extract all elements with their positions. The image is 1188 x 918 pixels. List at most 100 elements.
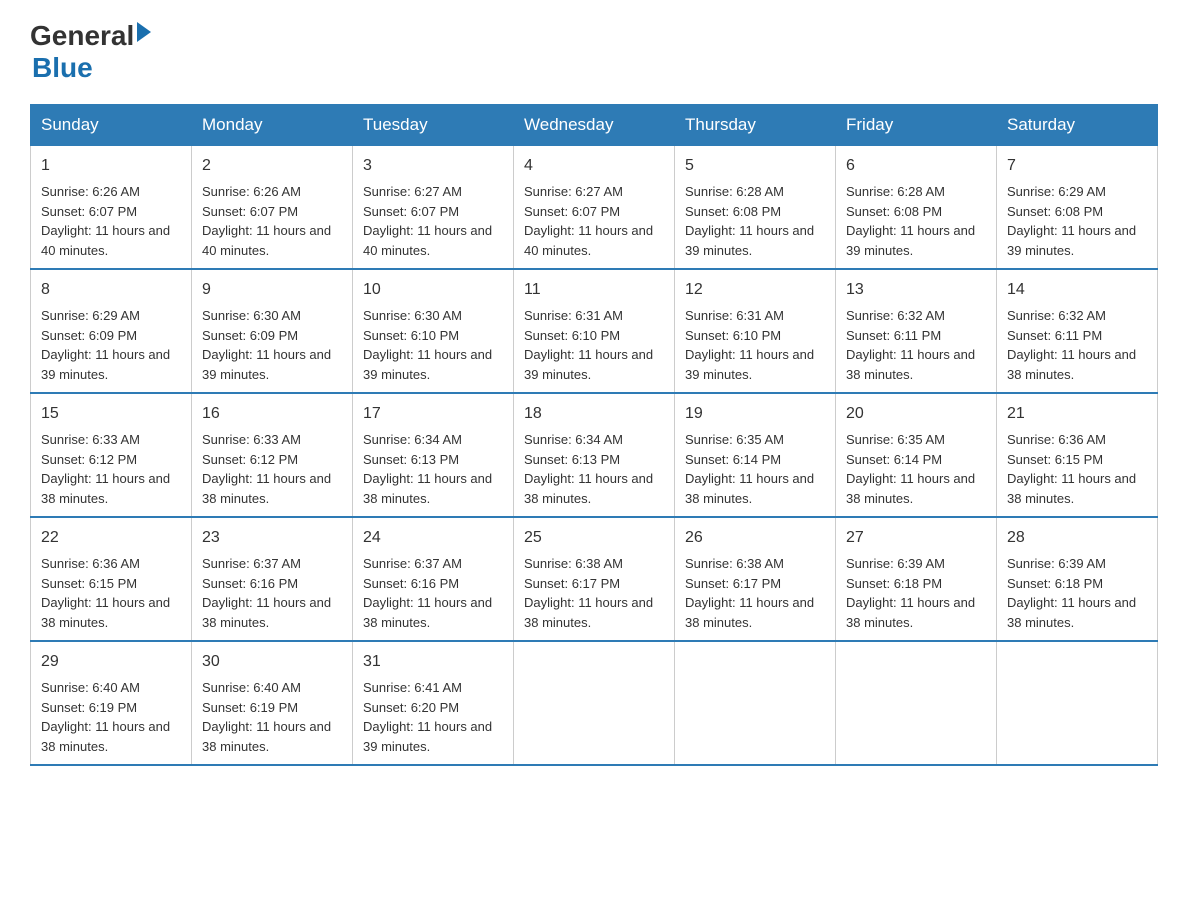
sunrise-info: Sunrise: 6:34 AM [363, 432, 462, 447]
sunset-info: Sunset: 6:16 PM [202, 576, 298, 591]
sunrise-info: Sunrise: 6:32 AM [846, 308, 945, 323]
calendar-cell: 24Sunrise: 6:37 AMSunset: 6:16 PMDayligh… [353, 517, 514, 641]
calendar-cell: 14Sunrise: 6:32 AMSunset: 6:11 PMDayligh… [997, 269, 1158, 393]
sunrise-info: Sunrise: 6:36 AM [41, 556, 140, 571]
day-header-sunday: Sunday [31, 105, 192, 146]
calendar-cell: 21 Sunrise: 6:36 AM Sunset: 6:15 PM Dayligh… [997, 393, 1158, 517]
day-number: 2 [202, 154, 342, 178]
sunrise-info: Sunrise: 6:35 AM [685, 432, 784, 447]
day-header-wednesday: Wednesday [514, 105, 675, 146]
sunrise-info: Sunrise: 6:36 AM [1007, 432, 1106, 447]
sunset-info: Sunset: 6:08 PM [846, 204, 942, 219]
sunrise-info: Sunrise: 6:40 AM [202, 680, 301, 695]
logo-blue-text: Blue [32, 52, 93, 84]
daylight-info: Daylight: 11 hours and 38 minutes. [41, 595, 170, 630]
day-number: 31 [363, 650, 503, 674]
sunset-info: Sunset: 6:17 PM [685, 576, 781, 591]
calendar-cell: 2Sunrise: 6:26 AMSunset: 6:07 PMDaylight… [192, 146, 353, 270]
sunset-info: Sunset: 6:13 PM [363, 452, 459, 467]
daylight-info: Daylight: 11 hours and 40 minutes. [524, 223, 653, 258]
sunrise-info: Sunrise: 6:33 AM [41, 432, 140, 447]
daylight-info: Daylight: 11 hours and 38 minutes. [1007, 471, 1136, 506]
calendar-cell: 15Sunrise: 6:33 AMSunset: 6:12 PMDayligh… [31, 393, 192, 517]
daylight-info: Daylight: 11 hours and 40 minutes. [363, 223, 492, 258]
calendar-body: 1 Sunrise: 6:26 AM Sunset: 6:07 PM Daylight… [31, 146, 1158, 766]
sunset-info: Sunset: 6:18 PM [1007, 576, 1103, 591]
daylight-info: Daylight: 11 hours and 38 minutes. [524, 471, 653, 506]
daylight-info: Daylight: 11 hours and 38 minutes. [524, 595, 653, 630]
sunset-info: Sunset: 6:07 PM [363, 204, 459, 219]
sunset-info: Sunset: 6:08 PM [685, 204, 781, 219]
day-number: 16 [202, 402, 342, 426]
calendar-cell [675, 641, 836, 765]
daylight-info: Daylight: 11 hours and 40 minutes. [202, 223, 331, 258]
sunrise-info: Sunrise: 6:38 AM [524, 556, 623, 571]
sunrise-info: Sunrise: 6:26 AM [202, 184, 301, 199]
sunrise-info: Sunrise: 6:32 AM [1007, 308, 1106, 323]
day-number: 17 [363, 402, 503, 426]
day-number: 24 [363, 526, 503, 550]
calendar-cell: 26Sunrise: 6:38 AMSunset: 6:17 PMDayligh… [675, 517, 836, 641]
sunset-info: Sunset: 6:14 PM [846, 452, 942, 467]
day-number: 23 [202, 526, 342, 550]
daylight-info: Daylight: 11 hours and 39 minutes. [846, 223, 975, 258]
day-number: 15 [41, 402, 181, 426]
sunrise-info: Sunrise: 6:27 AM [363, 184, 462, 199]
sunrise-info: Sunrise: 6:40 AM [41, 680, 140, 695]
sunset-info: Sunset: 6:15 PM [1007, 452, 1103, 467]
daylight-info: Daylight: 11 hours and 38 minutes. [846, 471, 975, 506]
calendar-cell: 20Sunrise: 6:35 AMSunset: 6:14 PMDayligh… [836, 393, 997, 517]
calendar-header: SundayMondayTuesdayWednesdayThursdayFrid… [31, 105, 1158, 146]
sunset-info: Sunset: 6:14 PM [685, 452, 781, 467]
calendar-cell: 10Sunrise: 6:30 AMSunset: 6:10 PMDayligh… [353, 269, 514, 393]
sunrise-info: Sunrise: 6:39 AM [846, 556, 945, 571]
daylight-info: Daylight: 11 hours and 38 minutes. [846, 347, 975, 382]
page-header: General Blue [30, 20, 1158, 84]
calendar-cell: 7Sunrise: 6:29 AMSunset: 6:08 PMDaylight… [997, 146, 1158, 270]
sunset-info: Sunset: 6:10 PM [685, 328, 781, 343]
calendar-cell: 23Sunrise: 6:37 AMSunset: 6:16 PMDayligh… [192, 517, 353, 641]
day-number: 21 [1007, 402, 1147, 426]
day-number: 9 [202, 278, 342, 302]
calendar-cell: 28Sunrise: 6:39 AMSunset: 6:18 PMDayligh… [997, 517, 1158, 641]
sunset-info: Sunset: 6:07 PM [524, 204, 620, 219]
sunset-info: Sunset: 6:13 PM [524, 452, 620, 467]
calendar-cell: 5Sunrise: 6:28 AMSunset: 6:08 PMDaylight… [675, 146, 836, 270]
daylight-info: Daylight: 11 hours and 40 minutes. [41, 223, 170, 258]
daylight-info: Daylight: 11 hours and 38 minutes. [363, 471, 492, 506]
sunrise-info: Sunrise: 6:37 AM [363, 556, 462, 571]
calendar-cell: 17 Sunrise: 6:34 AM Sunset: 6:13 PM Dayligh… [353, 393, 514, 517]
sunset-info: Sunset: 6:10 PM [524, 328, 620, 343]
daylight-info: Daylight: 11 hours and 39 minutes. [363, 347, 492, 382]
day-number: 4 [524, 154, 664, 178]
daylight-info: Daylight: 11 hours and 38 minutes. [1007, 347, 1136, 382]
sunset-info: Sunset: 6:20 PM [363, 700, 459, 715]
week-row-3: 15Sunrise: 6:33 AMSunset: 6:12 PMDayligh… [31, 393, 1158, 517]
sunset-info: Sunset: 6:10 PM [363, 328, 459, 343]
day-header-thursday: Thursday [675, 105, 836, 146]
calendar-cell: 25Sunrise: 6:38 AMSunset: 6:17 PMDayligh… [514, 517, 675, 641]
sunset-info: Sunset: 6:09 PM [202, 328, 298, 343]
day-header-saturday: Saturday [997, 105, 1158, 146]
calendar-cell: 12Sunrise: 6:31 AMSunset: 6:10 PMDayligh… [675, 269, 836, 393]
daylight-info: Daylight: 11 hours and 38 minutes. [41, 719, 170, 754]
daylight-info: Daylight: 11 hours and 38 minutes. [41, 471, 170, 506]
sunrise-info: Sunrise: 6:31 AM [685, 308, 784, 323]
calendar-cell: 11Sunrise: 6:31 AMSunset: 6:10 PMDayligh… [514, 269, 675, 393]
day-number: 27 [846, 526, 986, 550]
sunset-info: Sunset: 6:15 PM [41, 576, 137, 591]
sunrise-info: Sunrise: 6:29 AM [41, 308, 140, 323]
sunrise-info: Sunrise: 6:31 AM [524, 308, 623, 323]
sunrise-info: Sunrise: 6:38 AM [685, 556, 784, 571]
daylight-info: Daylight: 11 hours and 38 minutes. [202, 719, 331, 754]
daylight-info: Daylight: 11 hours and 38 minutes. [685, 595, 814, 630]
daylight-info: Daylight: 11 hours and 39 minutes. [363, 719, 492, 754]
calendar-cell [514, 641, 675, 765]
daylight-info: Daylight: 11 hours and 38 minutes. [1007, 595, 1136, 630]
calendar-cell [997, 641, 1158, 765]
sunrise-info: Sunrise: 6:29 AM [1007, 184, 1106, 199]
daylight-info: Daylight: 11 hours and 39 minutes. [41, 347, 170, 382]
day-number: 1 [41, 154, 181, 178]
day-number: 11 [524, 278, 664, 302]
logo-general-text: General [30, 20, 134, 52]
